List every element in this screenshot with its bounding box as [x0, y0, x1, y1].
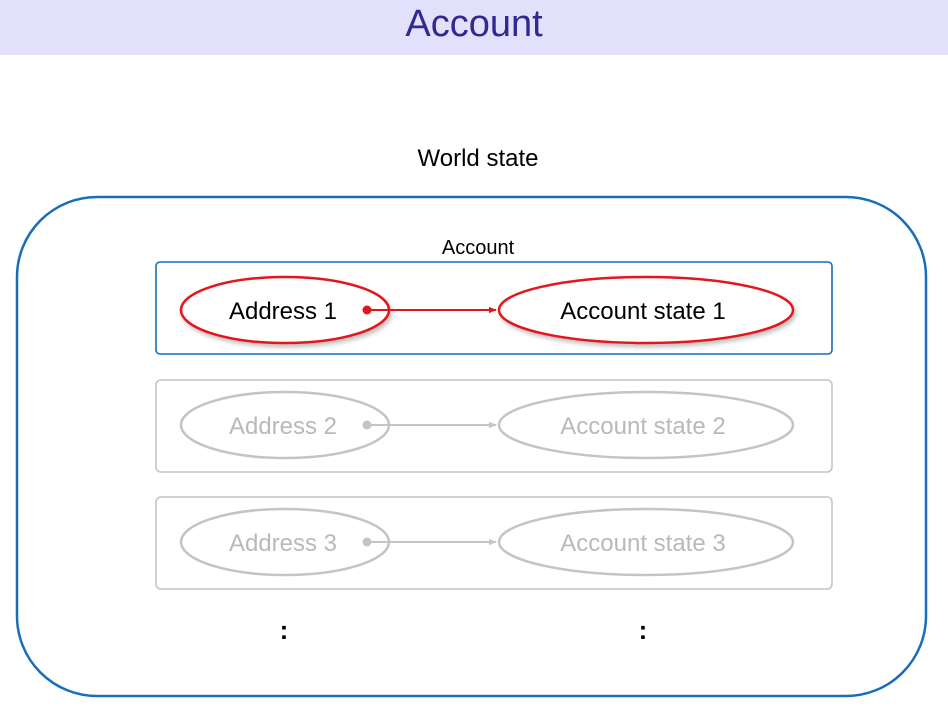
- account-state-label: Account state 1: [560, 298, 725, 325]
- address-label: Address 1: [229, 298, 337, 325]
- address-label: Address 2: [229, 413, 337, 440]
- account-diagram: World state Account Address 1 Account st…: [15, 145, 928, 698]
- arrow-origin-dot: [362, 305, 372, 315]
- address-label: Address 3: [229, 530, 337, 557]
- arrow-origin-dot: [362, 420, 372, 430]
- account-state-label: Account state 3: [560, 530, 725, 557]
- continuation-mark-left: :: [280, 615, 289, 645]
- continuation-mark-right: :: [639, 615, 648, 645]
- account-state-label: Account state 2: [560, 413, 725, 440]
- account-row-1: Address 1 Account state 1: [155, 261, 833, 355]
- world-state-label: World state: [418, 145, 539, 172]
- account-row-2: Address 2 Account state 2: [155, 379, 833, 473]
- world-state-container: [15, 195, 928, 698]
- account-label: Account: [442, 237, 515, 259]
- account-row-3: Address 3 Account state 3: [155, 496, 833, 590]
- arrow-origin-dot: [362, 537, 372, 547]
